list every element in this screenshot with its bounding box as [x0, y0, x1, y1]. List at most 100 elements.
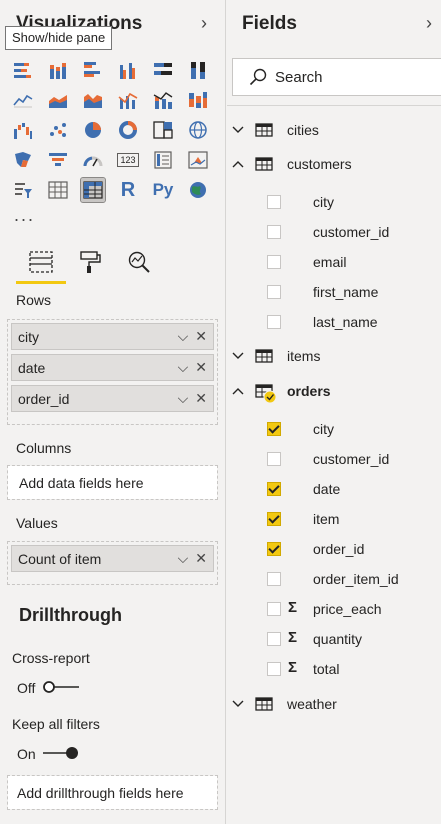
chevron-down-icon[interactable]: ⌵: [178, 328, 189, 345]
field-checkbox[interactable]: [267, 452, 281, 466]
table-row-items[interactable]: items: [227, 342, 441, 370]
arcgis-map-icon[interactable]: [186, 178, 210, 202]
remove-field-icon[interactable]: ✕: [195, 550, 207, 567]
table-row-orders[interactable]: orders: [227, 377, 441, 405]
remove-field-icon[interactable]: ✕: [195, 390, 207, 407]
area-chart-icon[interactable]: [46, 88, 70, 112]
kpi-icon[interactable]: [186, 148, 210, 172]
remove-field-icon[interactable]: ✕: [195, 328, 207, 345]
columns-well[interactable]: Add data fields here: [7, 465, 218, 500]
field-checkbox[interactable]: [267, 482, 281, 496]
field-row[interactable]: customer_id: [227, 218, 441, 246]
field-row[interactable]: order_item_id: [227, 565, 441, 593]
table-row-customers[interactable]: customers: [227, 150, 441, 178]
100-stacked-column-chart-icon[interactable]: [186, 58, 210, 82]
field-checkbox[interactable]: [267, 255, 281, 269]
field-checkbox[interactable]: [267, 315, 281, 329]
field-row[interactable]: order_id: [227, 535, 441, 563]
line-chart-icon[interactable]: [11, 88, 35, 112]
field-checkbox[interactable]: [267, 512, 281, 526]
line-clustered-column-chart-icon[interactable]: [116, 88, 140, 112]
clustered-bar-chart-icon[interactable]: [81, 58, 105, 82]
slicer-icon[interactable]: [11, 178, 35, 202]
chevron-down-icon[interactable]: [231, 697, 245, 711]
values-well[interactable]: Count of item ⌵ ✕: [7, 541, 218, 585]
tab-fields[interactable]: [19, 240, 63, 284]
field-checkbox[interactable]: [267, 572, 281, 586]
remove-field-icon[interactable]: ✕: [195, 359, 207, 376]
field-row[interactable]: item: [227, 505, 441, 533]
table-row-weather[interactable]: weather: [227, 690, 441, 718]
ribbon-chart-icon[interactable]: [186, 88, 210, 112]
keep-filters-toggle[interactable]: [42, 746, 80, 760]
field-row[interactable]: city: [227, 415, 441, 443]
stacked-bar-chart-icon[interactable]: [11, 58, 35, 82]
line-stacked-column-chart-icon[interactable]: [151, 88, 175, 112]
drillthrough-drop-zone[interactable]: Add drillthrough fields here: [8, 776, 217, 809]
stacked-column-chart-icon[interactable]: [46, 58, 70, 82]
chevron-down-icon[interactable]: ⌵: [178, 390, 189, 407]
field-row[interactable]: city: [227, 188, 441, 216]
stacked-area-chart-icon[interactable]: [81, 88, 105, 112]
donut-chart-icon[interactable]: [116, 118, 140, 142]
values-field-pill[interactable]: Count of item ⌵ ✕: [11, 545, 214, 572]
filled-map-icon[interactable]: [11, 148, 35, 172]
field-checkbox[interactable]: [267, 662, 281, 676]
waterfall-chart-icon[interactable]: [11, 118, 35, 142]
collapse-fields-pane-chevron-icon[interactable]: ›: [426, 13, 432, 34]
table-icon: [255, 384, 277, 404]
field-row[interactable]: Σquantity: [227, 625, 441, 653]
chevron-down-icon[interactable]: ⌵: [178, 359, 189, 376]
tab-analytics[interactable]: [117, 240, 161, 284]
field-row[interactable]: customer_id: [227, 445, 441, 473]
pie-chart-icon[interactable]: [81, 118, 105, 142]
field-checkbox[interactable]: [267, 542, 281, 556]
field-row[interactable]: Σtotal: [227, 655, 441, 683]
drillthrough-well[interactable]: Add drillthrough fields here: [7, 775, 218, 810]
chevron-down-icon[interactable]: ⌵: [178, 550, 189, 567]
fields-search-box[interactable]: [232, 58, 441, 96]
field-checkbox[interactable]: [267, 285, 281, 299]
rows-field-pill[interactable]: order_id ⌵ ✕: [11, 385, 214, 412]
rows-well[interactable]: city ⌵ ✕ date ⌵ ✕ order_id ⌵ ✕: [7, 319, 218, 425]
scatter-chart-icon[interactable]: [46, 118, 70, 142]
cross-report-toggle[interactable]: [42, 680, 80, 694]
python-visual-icon[interactable]: Py: [151, 178, 175, 202]
search-input[interactable]: [275, 68, 425, 86]
chevron-down-icon[interactable]: [231, 123, 245, 137]
field-row[interactable]: first_name: [227, 278, 441, 306]
field-row[interactable]: email: [227, 248, 441, 276]
chevron-up-icon[interactable]: [231, 384, 245, 398]
funnel-icon[interactable]: [46, 148, 70, 172]
field-checkbox[interactable]: [267, 422, 281, 436]
chevron-down-icon[interactable]: [231, 349, 245, 363]
tab-format[interactable]: [68, 240, 112, 284]
map-icon[interactable]: [186, 118, 210, 142]
field-row[interactable]: last_name: [227, 308, 441, 336]
treemap-icon[interactable]: [151, 118, 175, 142]
clustered-column-chart-icon[interactable]: [116, 58, 140, 82]
card-icon[interactable]: 123: [116, 148, 140, 172]
matrix-icon[interactable]: [80, 177, 106, 203]
field-name: city: [313, 421, 334, 437]
table-icon: [255, 157, 273, 171]
multi-row-card-icon[interactable]: [151, 148, 175, 172]
gauge-icon[interactable]: [81, 148, 105, 172]
field-checkbox[interactable]: [267, 195, 281, 209]
columns-drop-zone[interactable]: Add data fields here: [8, 466, 217, 499]
field-row[interactable]: date: [227, 475, 441, 503]
r-visual-icon[interactable]: R: [116, 178, 140, 202]
field-name: total: [313, 661, 340, 677]
field-checkbox[interactable]: [267, 225, 281, 239]
rows-field-pill[interactable]: city ⌵ ✕: [11, 323, 214, 350]
more-visuals-ellipsis[interactable]: ...: [14, 205, 35, 226]
collapse-viz-pane-chevron-icon[interactable]: ›: [201, 13, 207, 34]
table-icon[interactable]: [46, 178, 70, 202]
field-checkbox[interactable]: [267, 632, 281, 646]
table-row-cities[interactable]: cities: [227, 116, 441, 144]
chevron-up-icon[interactable]: [231, 157, 245, 171]
100-stacked-bar-chart-icon[interactable]: [151, 58, 175, 82]
field-row[interactable]: Σprice_each: [227, 595, 441, 623]
rows-field-pill[interactable]: date ⌵ ✕: [11, 354, 214, 381]
field-checkbox[interactable]: [267, 602, 281, 616]
